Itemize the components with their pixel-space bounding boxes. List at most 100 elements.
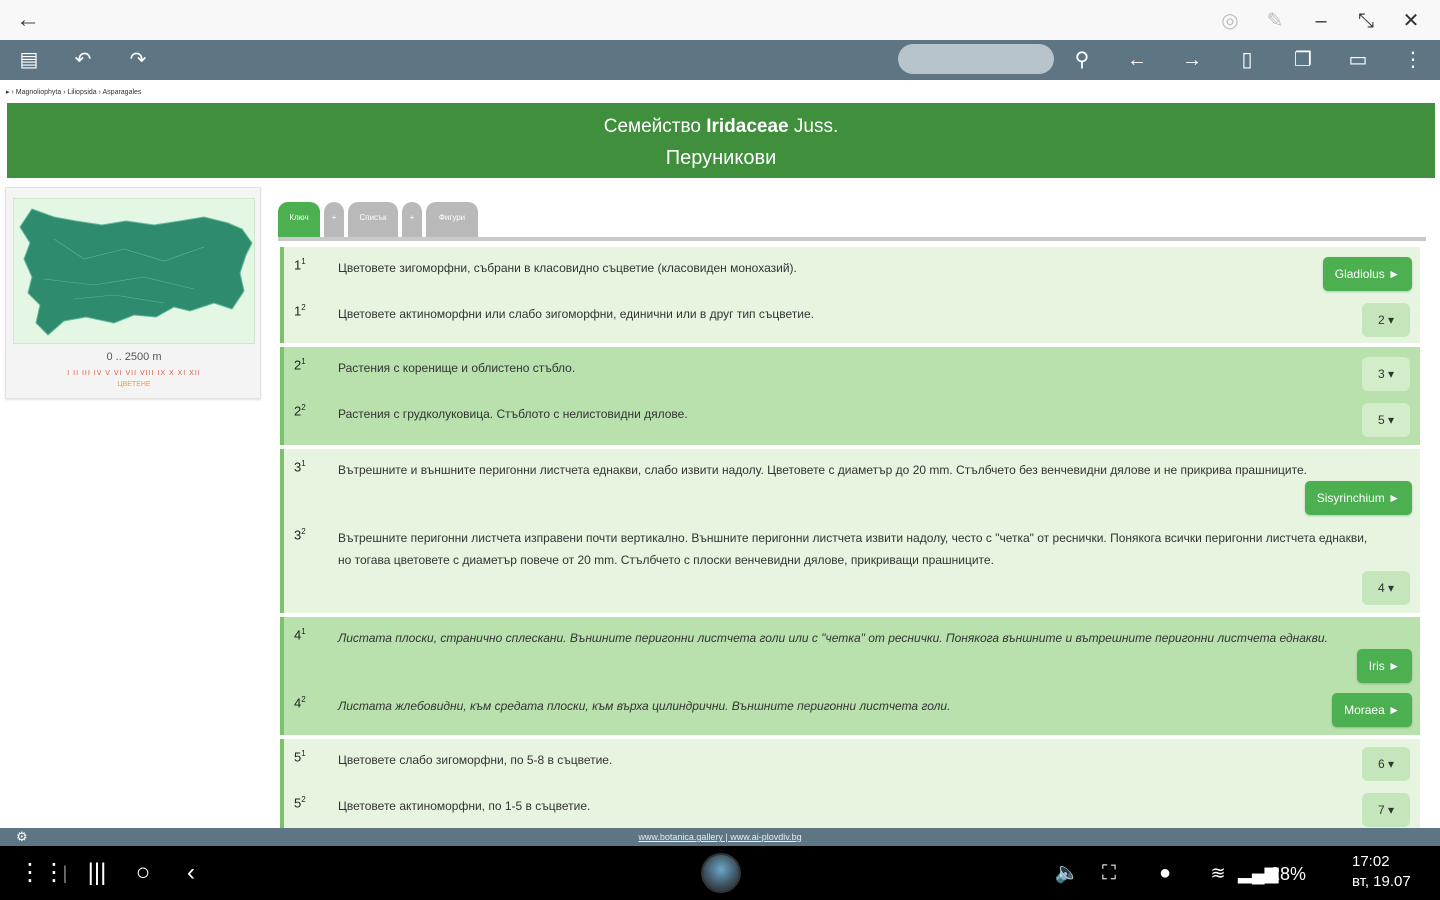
lead-number: 31: [294, 459, 306, 475]
nav-divider: |: [62, 863, 68, 883]
key-couplet: 51 Цветовете слабо зигоморфни, по 5-8 в …: [280, 739, 1420, 829]
window-title-bar: ← ◎ ✎ – ⤡ ✕: [0, 0, 1440, 40]
go-to-step-button[interactable]: 6 ▾: [1362, 747, 1410, 781]
floating-app-icon[interactable]: [701, 853, 741, 893]
family-common-name: Перуникови: [665, 147, 777, 169]
lead-number: 32: [294, 527, 306, 543]
go-to-genus-button[interactable]: Sisyrinchium ►: [1304, 481, 1412, 515]
key-lead: 42 Листата жлебовидни, към средата плоск…: [284, 685, 1420, 735]
go-to-step-button[interactable]: 7 ▾: [1362, 793, 1410, 827]
nav-back-icon[interactable]: ‹: [176, 858, 206, 888]
menu-icon[interactable]: ▤: [14, 46, 44, 74]
footer-bar: ⚙ www.botanica.gallery | www.ai-plovdiv.…: [0, 828, 1440, 846]
lead-number: 42: [294, 695, 306, 711]
bulgaria-map-icon: [19, 208, 253, 336]
distribution-card: 0 .. 2500 m I II III IV V VI VII VIII IX…: [5, 187, 261, 399]
go-to-step-button[interactable]: 2 ▾: [1362, 303, 1410, 337]
go-to-step-button[interactable]: 4 ▾: [1362, 571, 1410, 605]
lead-number: 52: [294, 795, 306, 811]
key-lead: 12 Цветовете актиноморфни или слабо зиго…: [284, 293, 1420, 343]
lead-text: Цветовете актиноморфни или слабо зигомор…: [338, 307, 814, 321]
search-input[interactable]: [898, 44, 1054, 74]
volume-icon[interactable]: 🔈: [1052, 858, 1082, 888]
tab-divider: [278, 237, 1426, 241]
lead-text: Цветовете зигоморфни, събрани в класовид…: [338, 261, 797, 275]
family-name: Iridaceae: [706, 116, 789, 137]
lead-text: Растения с грудколуковица. Стъблото с не…: [338, 407, 688, 421]
back-arrow-icon[interactable]: ←: [14, 6, 42, 34]
lead-text: Вътрешните и външните перигонни листчета…: [338, 463, 1307, 477]
lead-text: Вътрешните перигонни листчета изправени …: [338, 531, 1368, 567]
key-lead: 21 Растения с коренище и облистено стъбл…: [284, 347, 1420, 395]
key-couplet: 21 Растения с коренище и облистено стъбл…: [280, 347, 1420, 445]
key-lead: 22 Растения с грудколуковица. Стъблото с…: [284, 393, 1420, 443]
lead-text: Растения с коренище и облистено стъбло.: [338, 361, 576, 375]
key-lead: 32 Вътрешните перигонни листчета изправе…: [284, 517, 1420, 613]
tab-expand-1[interactable]: +: [324, 202, 344, 238]
go-to-step-button[interactable]: 5 ▾: [1362, 403, 1410, 437]
breadcrumb[interactable]: ▸ › Magnoliophyta › Liliopsida › Asparag…: [6, 88, 141, 96]
key-lead: 51 Цветовете слабо зигоморфни, по 5-8 в …: [284, 739, 1420, 785]
key-lead: 31 Вътрешните и външните перигонни листч…: [284, 449, 1420, 517]
status-clock: 17:02 вт, 19.07: [1352, 852, 1411, 892]
key-couplet: 11 Цветовете зигоморфни, събрани в класо…: [280, 247, 1420, 343]
family-title: Семейство Iridaceae Juss.: [7, 116, 1435, 138]
screen-capture-icon[interactable]: ⛶: [1094, 858, 1124, 888]
key-lead: 11 Цветовете зигоморфни, събрани в класо…: [284, 247, 1420, 293]
search-icon[interactable]: ⚲: [1067, 46, 1097, 74]
go-to-genus-button[interactable]: Moraea ►: [1332, 693, 1412, 727]
altitude-range: 0 .. 2500 m: [106, 351, 162, 363]
wifi-icon: ≋: [1210, 863, 1226, 883]
bookmark-icon[interactable]: ▯: [1232, 46, 1262, 74]
close-icon[interactable]: ✕: [1398, 8, 1424, 34]
family-prefix: Семейство: [603, 116, 701, 137]
status-time: 17:02: [1352, 853, 1390, 870]
key-couplet: 41 Листата плоски, странично сплескани. …: [280, 617, 1420, 735]
arrow-left-icon[interactable]: ←: [1122, 46, 1152, 74]
go-to-genus-button[interactable]: Gladiolus ►: [1322, 257, 1412, 291]
go-to-step-button[interactable]: 3 ▾: [1362, 357, 1410, 391]
lead-text: Листата плоски, странично сплескани. Вън…: [338, 631, 1328, 645]
home-icon[interactable]: ○: [128, 858, 158, 888]
key-couplet: 31 Вътрешните и външните перигонни листч…: [280, 449, 1420, 613]
key-lead: 52 Цветовете актиноморфни, по 1-5 в съцв…: [284, 785, 1420, 829]
distribution-map[interactable]: [13, 198, 255, 344]
family-header: Семейство Iridaceae Juss. Перуникови: [7, 103, 1435, 178]
screenshot-icon[interactable]: ◎: [1217, 8, 1243, 34]
card-icon[interactable]: ▭: [1343, 46, 1373, 74]
tab-expand-2[interactable]: +: [402, 202, 422, 238]
signal-icon: ▂▄▆: [1238, 863, 1279, 883]
go-to-genus-button[interactable]: Iris ►: [1356, 649, 1412, 683]
key-lead: 41 Листата плоски, странично сплескани. …: [284, 617, 1420, 685]
lead-text: Цветовете актиноморфни, по 1-5 в съцвети…: [338, 799, 591, 813]
restore-icon[interactable]: ⤡: [1353, 8, 1379, 34]
pin-icon[interactable]: ✎: [1262, 8, 1288, 34]
lead-number: 11: [294, 257, 306, 273]
lead-text: Листата жлебовидни, към средата плоски, …: [338, 699, 951, 713]
recent-apps-icon[interactable]: |||: [82, 858, 112, 888]
lead-number: 41: [294, 627, 306, 643]
tab-figures[interactable]: Фигури: [426, 202, 478, 238]
lead-number: 21: [294, 357, 306, 373]
settings-gear-icon[interactable]: ⚙: [16, 828, 28, 846]
status-date: вт, 19.07: [1352, 873, 1411, 890]
lead-number: 22: [294, 403, 306, 419]
arrow-right-icon[interactable]: →: [1177, 46, 1207, 74]
lead-number: 51: [294, 749, 306, 765]
more-vert-icon[interactable]: ⋮: [1398, 46, 1428, 74]
notification-icon[interactable]: ●: [1150, 858, 1180, 888]
tab-list[interactable]: Списък: [348, 202, 398, 238]
copy-icon[interactable]: ❐: [1288, 46, 1318, 74]
minimize-icon[interactable]: –: [1308, 8, 1334, 34]
lead-text: Цветовете слабо зигоморфни, по 5-8 в съц…: [338, 753, 613, 767]
undo-icon[interactable]: ↶: [68, 46, 98, 74]
app-drawer-icon[interactable]: ⋮⋮: [18, 858, 66, 888]
tab-key[interactable]: Ключ: [278, 202, 320, 238]
footer-links[interactable]: www.botanica.gallery | www.ai-plovdiv.bg: [638, 832, 801, 842]
family-author: Juss.: [793, 116, 839, 137]
flowering-label: ЦВЕТЕНЕ: [117, 381, 151, 388]
redo-icon[interactable]: ↷: [123, 46, 153, 74]
lead-number: 12: [294, 303, 306, 319]
battery-level: 28%: [1270, 864, 1307, 884]
flowering-months: I II III IV V VI VII VIII IX X XI XII: [67, 370, 201, 377]
